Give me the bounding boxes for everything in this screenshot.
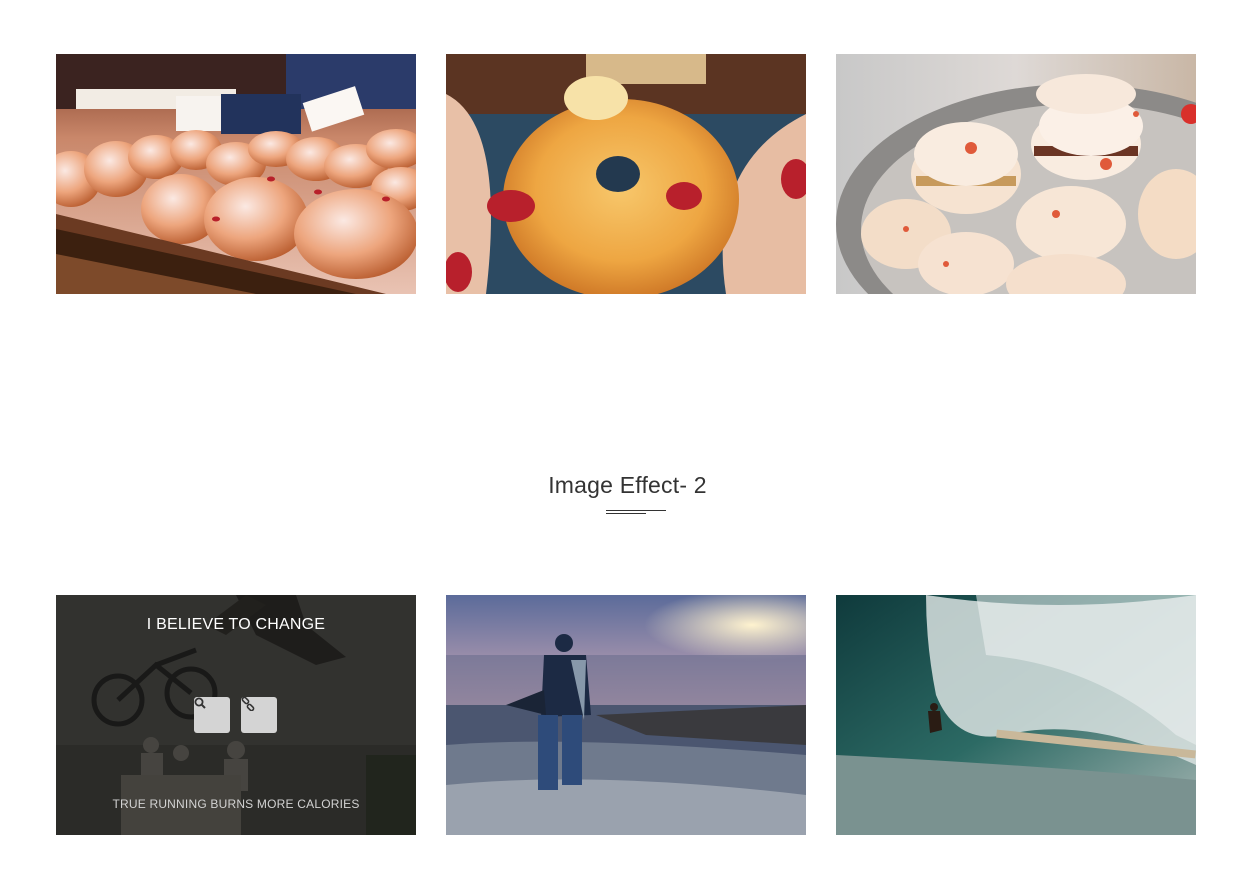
link-button[interactable] xyxy=(241,697,277,733)
link-icon xyxy=(241,697,255,711)
surfer-photo xyxy=(836,595,1196,835)
gallery-image-shore-walker[interactable] xyxy=(446,595,806,835)
gallery-image-jelly-donuts[interactable] xyxy=(56,54,416,294)
bitten-donut-photo xyxy=(446,54,806,294)
title-underline-divider xyxy=(606,510,666,515)
zoom-button[interactable] xyxy=(194,697,230,733)
section-title: Image Effect- 2 xyxy=(548,472,707,498)
card-title: I BELIEVE TO CHANGE xyxy=(146,616,326,633)
gallery-image-macarons[interactable] xyxy=(836,54,1196,294)
shore-walker-photo xyxy=(446,595,806,835)
gallery-image-sugar-donut[interactable] xyxy=(446,54,806,294)
gallery-image-bmx-hover-card[interactable]: I BELIEVE TO CHANGE TRUE RUNNING BURNS M… xyxy=(56,595,416,835)
card-caption: TRUE RUNNING BURNS MORE CALORIES xyxy=(112,797,360,811)
macarons-photo xyxy=(836,54,1196,294)
hover-overlay: I BELIEVE TO CHANGE TRUE RUNNING BURNS M… xyxy=(56,595,416,835)
jelly-donuts-photo xyxy=(56,54,416,294)
gallery-image-surfer[interactable] xyxy=(836,595,1196,835)
search-icon xyxy=(194,697,206,709)
